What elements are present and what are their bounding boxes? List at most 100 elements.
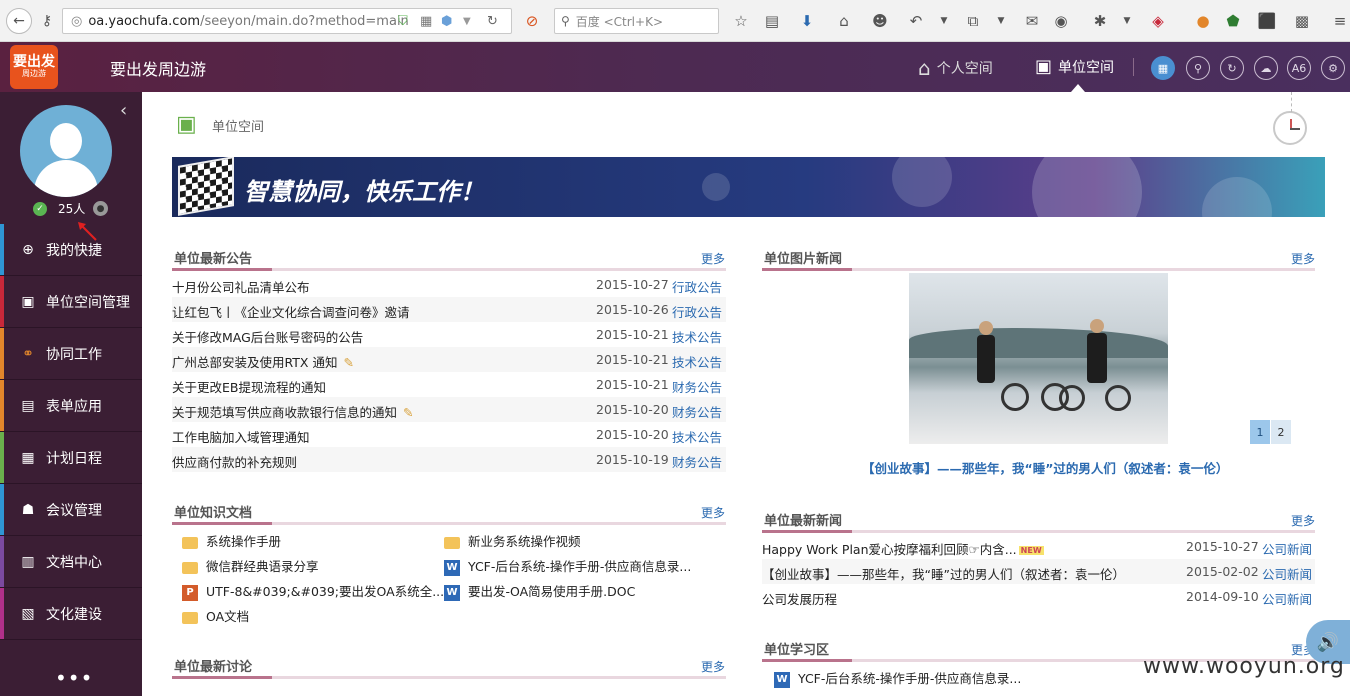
doc-item[interactable]: P UTF-8&#039;&#039;要出发OA系统全... (182, 581, 444, 601)
doc-item[interactable]: 微信群经典语录分享 (182, 556, 319, 575)
announcement-link[interactable]: 十月份公司礼品清单公布 (172, 277, 310, 296)
download-icon[interactable]: ⬇ (797, 11, 817, 31)
knowledge-more-link[interactable]: 更多 (701, 504, 725, 521)
grid-icon[interactable]: ▦ (1151, 56, 1175, 80)
announcement-link[interactable]: 广州总部安装及使用RTX 通知 (172, 355, 337, 370)
sidebar-more[interactable]: ••• (55, 666, 93, 690)
doc-item[interactable]: W 要出发-OA简易使用手册.DOC (444, 581, 635, 601)
back-icon[interactable]: ← (6, 8, 32, 34)
addon-grid-icon[interactable]: ▩ (1292, 11, 1312, 31)
announcement-category[interactable]: 财务公告 (672, 377, 722, 396)
tab-personal-space[interactable]: ⌂ 个人空间 (918, 56, 993, 80)
logo[interactable]: 要出发 周边游 (10, 45, 58, 89)
sidebar-item-forms[interactable]: ▤ 表单应用 (0, 380, 142, 432)
tab-unit-space[interactable]: ▣ 单位空间 (1035, 56, 1114, 77)
announcement-link[interactable]: 工作电脑加入域管理通知 (172, 427, 310, 446)
undo-dropdown-icon[interactable]: ▼ (934, 11, 954, 31)
news-category[interactable]: 公司新闻 (1262, 564, 1312, 583)
announcements-more-link[interactable]: 更多 (701, 250, 725, 267)
addon-orange-icon[interactable]: ● (1193, 11, 1213, 31)
avatar[interactable] (20, 105, 112, 197)
page-2-button[interactable]: 2 (1271, 420, 1291, 444)
comment-icon[interactable]: ✉ (1022, 11, 1042, 31)
sidebar-item-label: 协同工作 (46, 346, 102, 363)
announcement-link[interactable]: 关于更改EB提现流程的通知 (172, 377, 326, 396)
doc-item[interactable]: 新业务系统操作视频 (444, 531, 581, 550)
refresh-icon[interactable]: ↻ (1220, 56, 1244, 80)
key-icon[interactable]: ⚷ (34, 8, 60, 34)
announcement-link[interactable]: 关于修改MAG后台账号密码的公告 (172, 327, 363, 346)
news-link[interactable]: Happy Work Plan爱心按摩福利回顾☞内含... (762, 542, 1017, 557)
sidebar-item-collaboration[interactable]: ⚭ 协同工作 (0, 328, 142, 380)
doc-item[interactable]: W YCF-后台系统-操作手册-供应商信息录... (444, 556, 691, 576)
online-count[interactable]: 25人 (58, 200, 85, 217)
announcement-category[interactable]: 技术公告 (672, 427, 722, 446)
doc-item[interactable]: OA文档 (182, 606, 249, 625)
photo-news-caption[interactable]: 【创业故事】——那些年，我“睡”过的男人们（叙述者：袁一伦） (862, 458, 1228, 477)
news-link[interactable]: 公司发展历程 (762, 589, 837, 608)
search-input[interactable]: ⚲ 百度 <Ctrl+K> (554, 8, 719, 34)
dropdown-icon[interactable]: ▼ (463, 16, 471, 27)
page-1-button[interactable]: 1 (1250, 420, 1270, 444)
addon-red-icon[interactable]: ◈ (1148, 11, 1168, 31)
settings-icon[interactable]: ⚙ (1321, 56, 1345, 80)
announcement-link[interactable]: 关于规范填写供应商收款银行信息的通知 (172, 405, 397, 420)
study-title: 单位学习区 (764, 643, 830, 658)
address-bar[interactable]: ◎ oa.yaochufa.com/seeyon/main.do?method=… (62, 8, 512, 34)
announcement-link[interactable]: 让红包飞丨《企业文化综合调查问卷》邀请 (172, 302, 410, 321)
sidebar-item-schedule[interactable]: ▦ 计划日程 (0, 432, 142, 484)
discussion-more-link[interactable]: 更多 (701, 658, 725, 675)
sidebar-item-documents[interactable]: ▥ 文档中心 (0, 536, 142, 588)
star-icon[interactable]: ☆ (731, 11, 751, 31)
announcement-date: 2015-10-27 (596, 277, 669, 292)
sidebar-item-meetings[interactable]: ☗ 会议管理 (0, 484, 142, 536)
qr-icon[interactable]: ▦ (420, 14, 432, 29)
shield-icon[interactable]: ⛉ (398, 14, 408, 29)
announcement-link[interactable]: 供应商付款的补充规则 (172, 452, 297, 471)
announcement-category[interactable]: 行政公告 (672, 302, 722, 321)
latest-news-title: 单位最新新闻 (764, 514, 843, 529)
announcement-category[interactable]: 技术公告 (672, 352, 722, 371)
cube-icon[interactable]: ⬢ (441, 14, 452, 29)
clock-icon[interactable] (1273, 111, 1307, 145)
announcement-category[interactable]: 财务公告 (672, 452, 722, 471)
crop-dropdown-icon[interactable]: ▼ (991, 11, 1011, 31)
search-icon[interactable]: ⚲ (1186, 56, 1210, 80)
doc-name: YCF-后台系统-操作手册-供应商信息录... (468, 559, 692, 574)
news-link[interactable]: 【创业故事】——那些年，我“睡”过的男人们（叙述者：袁一伦） (762, 564, 1125, 583)
reload-icon[interactable]: ↻ (487, 14, 498, 29)
block-icon[interactable]: ⊘ (522, 11, 542, 31)
reading-list-icon[interactable]: ▤ (762, 11, 782, 31)
share-icon: ⚭ (22, 345, 34, 362)
news-photo[interactable] (909, 273, 1168, 444)
latest-news-more-link[interactable]: 更多 (1291, 512, 1315, 529)
bug-dropdown-icon[interactable]: ▼ (1117, 11, 1137, 31)
announcement-category[interactable]: 行政公告 (672, 277, 722, 296)
undo-icon[interactable]: ↶ (906, 11, 926, 31)
announcement-category[interactable]: 财务公告 (672, 402, 722, 421)
doc-item[interactable]: W YCF-后台系统-操作手册-供应商信息录... (774, 668, 1021, 688)
chat-icon[interactable]: ☻ (870, 11, 890, 31)
announcement-date: 2015-10-21 (596, 377, 669, 392)
home-icon[interactable]: ⌂ (834, 11, 854, 31)
folder-icon (182, 561, 198, 574)
sidebar-item-unit-space-mgmt[interactable]: ▣ 单位空间管理 (0, 276, 142, 328)
addon-w-icon[interactable]: ⬛ (1257, 11, 1277, 31)
announcement-category[interactable]: 技术公告 (672, 327, 722, 346)
sidebar-item-my-shortcuts[interactable]: ⊕ 我的快捷 (0, 224, 142, 276)
person-icon[interactable]: ● (93, 201, 108, 216)
news-category[interactable]: 公司新闻 (1262, 539, 1312, 558)
addon-green-icon[interactable]: ⬟ (1223, 11, 1243, 31)
bug-icon[interactable]: ✱ (1090, 11, 1110, 31)
doc-item[interactable]: 系统操作手册 (182, 531, 281, 550)
cloud-icon[interactable]: ☁ (1254, 56, 1278, 80)
sync-icon[interactable]: ◉ (1051, 11, 1071, 31)
crop-icon[interactable]: ⧉ (963, 11, 983, 31)
collapse-icon[interactable]: ‹ (120, 100, 127, 121)
menu-icon[interactable]: ≡ (1330, 11, 1350, 31)
sidebar-item-culture[interactable]: ▧ 文化建设 (0, 588, 142, 640)
a6-icon[interactable]: A6 (1287, 56, 1311, 80)
news-category[interactable]: 公司新闻 (1262, 589, 1312, 608)
photo-news-more-link[interactable]: 更多 (1291, 250, 1315, 267)
photo-person (977, 335, 995, 383)
